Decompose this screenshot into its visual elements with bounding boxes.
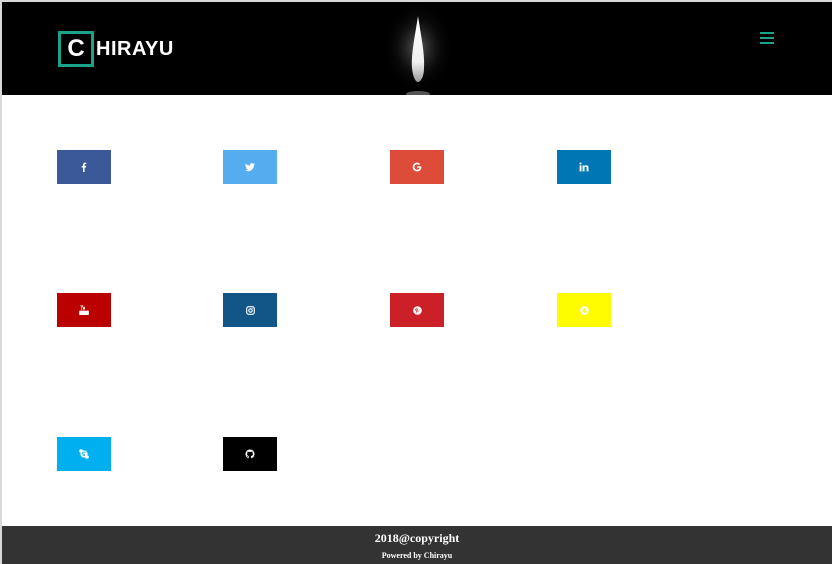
site-header: C HIRAYU [2, 2, 832, 95]
logo-text: HIRAYU [96, 37, 174, 60]
pinterest-button[interactable] [390, 293, 444, 327]
google-icon [412, 162, 422, 172]
linkedin-button[interactable] [557, 150, 611, 184]
pinterest-icon [412, 305, 422, 315]
logo-initial: C [67, 35, 85, 62]
youtube-button[interactable] [57, 293, 111, 327]
linkedin-icon [579, 162, 589, 172]
google-button[interactable] [390, 150, 444, 184]
logo-initial-box: C [58, 31, 94, 67]
site-logo[interactable]: C HIRAYU [58, 31, 174, 67]
snapchat-icon [579, 305, 589, 315]
skype-button[interactable] [57, 437, 111, 471]
site-footer: 2018@copyright Powered by Chirayu [2, 526, 832, 564]
skype-icon [79, 449, 89, 459]
candle-flame-image [382, 6, 454, 95]
github-icon [245, 449, 255, 459]
github-button[interactable] [223, 437, 277, 471]
footer-powered-by: Powered by Chirayu [381, 551, 453, 560]
youtube-icon [79, 305, 89, 315]
snapchat-button[interactable] [557, 293, 611, 327]
instagram-button[interactable] [223, 293, 277, 327]
instagram-icon [245, 305, 255, 315]
twitter-icon [245, 162, 255, 171]
facebook-button[interactable] [57, 150, 111, 184]
hamburger-menu-icon[interactable] [760, 31, 774, 45]
footer-copyright: 2018@copyright [374, 531, 460, 545]
facebook-icon [81, 162, 87, 172]
twitter-button[interactable] [223, 150, 277, 184]
